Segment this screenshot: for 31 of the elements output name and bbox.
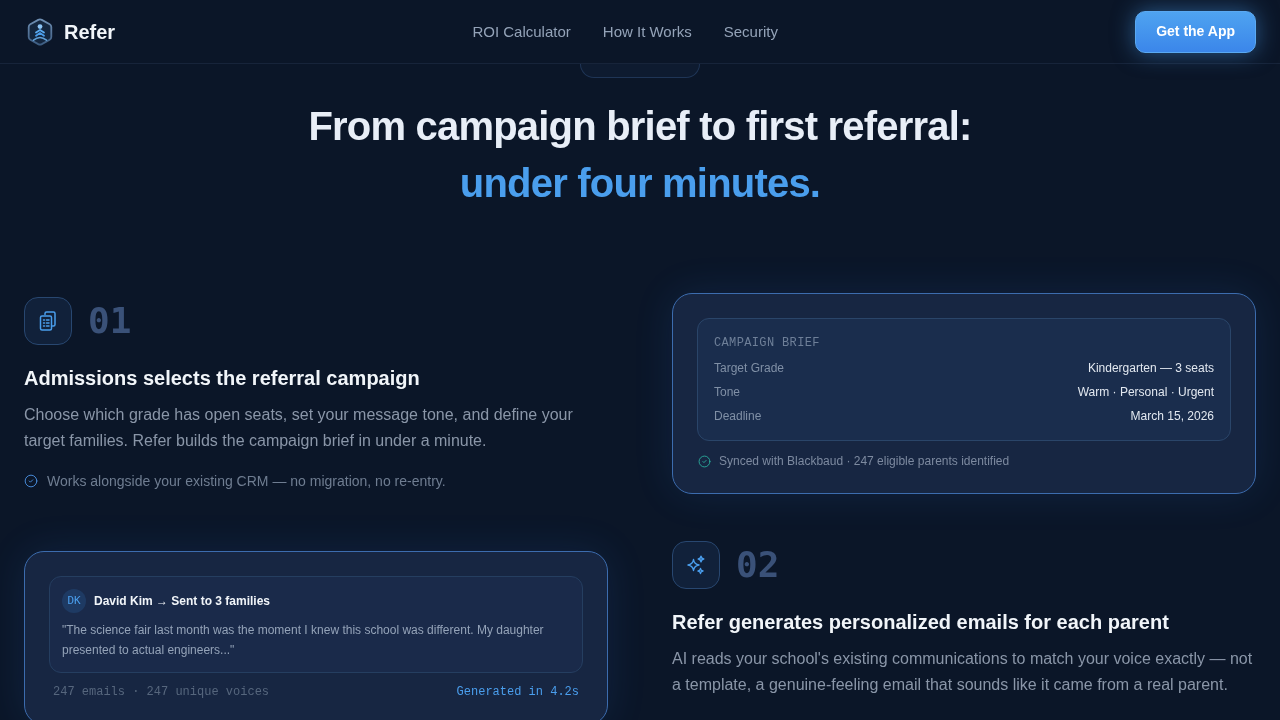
step-number: 01 [88,300,132,341]
nav-link[interactable]: How It Works [602,21,692,42]
check-circle-icon [24,473,38,488]
brief-label: Deadline [714,408,762,424]
hero-highlight: under four minutes. [459,160,821,207]
brief-label: Tone [714,384,741,400]
brief-value: Kindergarten — 3 seats [1087,360,1214,376]
clipboard-list-icon [39,310,57,331]
hero-title: From campaign brief to first referral: [308,103,972,150]
sparkles-icon [686,555,706,575]
step-description: AI reads your school's existing communications to match your voice exactly — not a template, a genuine-feeling email that sounds like it came from a real parent. [672,649,1254,695]
email-stats: 247 emails · 247 unique voices [53,684,270,700]
logo-icon [26,17,54,46]
brief-heading: CAMPAIGN BRIEF [714,335,821,351]
nav-link[interactable]: ROI Calculator [472,21,571,42]
email-sender: David Kim → Sent to 3 families [94,593,271,609]
step-title: Admissions selects the referral campaign [24,365,421,390]
brief-value: March 15, 2026 [1130,408,1214,424]
brand-link[interactable]: Refer [24,16,116,47]
nav-link[interactable]: Security [723,21,778,42]
avatar-initials: DK [62,589,86,613]
brief-label: Target Grade [714,360,785,376]
email-quote: "The science fair last month was the moment I knew this school was different. My daughter presented to actual engineers..." [62,622,545,659]
step-description: Choose which grade has open seats, set your message tone, and define your target families. Refer builds the campaign brief in under a minute. [24,404,574,451]
sync-status: Synced with Blackbaud · 247 eligible parents identified [719,453,1010,469]
step-note: Works alongside your existing CRM — no migration, no re-entry. [47,471,446,491]
brief-value: Warm · Personal · Urgent [1077,384,1214,400]
generation-time: Generated in 4.2s [456,684,579,700]
check-circle-icon [698,454,711,468]
step-number: 02 [736,545,780,585]
step-title: Refer generates personalized emails for each parent [672,610,1170,634]
